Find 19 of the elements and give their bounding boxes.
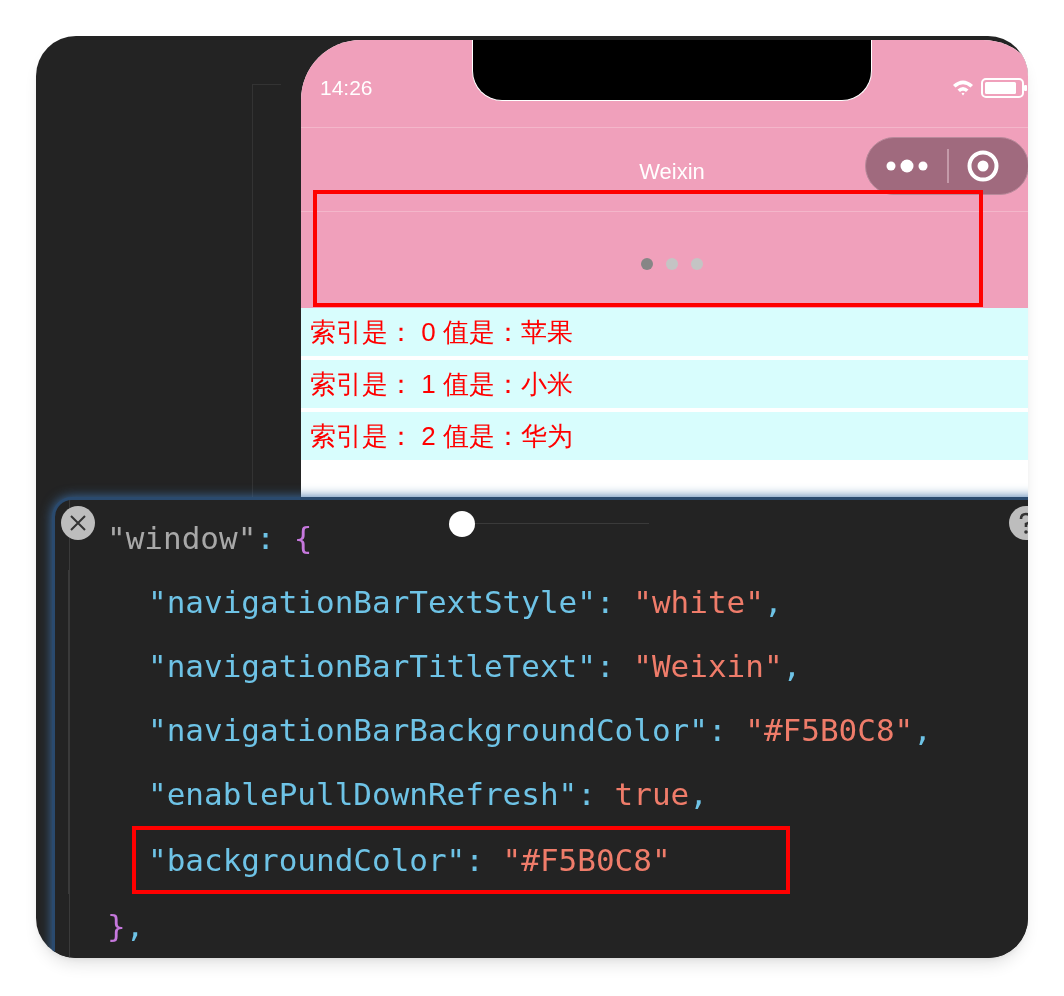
target-icon[interactable]	[967, 150, 999, 182]
close-icon[interactable]	[60, 505, 96, 541]
battery-icon	[981, 78, 1027, 98]
list-row: 索引是： 2 值是：华为	[301, 412, 1028, 460]
list-row: 索引是： 1 值是：小米	[301, 360, 1028, 408]
code-line: "navigationBarTitleText": "Weixin",	[148, 646, 802, 686]
list-row: 索引是： 0 值是：苹果	[301, 308, 1028, 356]
code-line: "window": {	[107, 518, 313, 558]
code-line: "enablePullDownRefresh": true,	[148, 774, 708, 814]
drag-handle[interactable]	[449, 511, 475, 537]
more-icon[interactable]	[885, 158, 929, 174]
code-line: "navigationBarTextStyle": "white",	[148, 582, 783, 622]
code-line: "backgroundColor": "#F5B0C8"	[148, 840, 671, 880]
code-line: "navigationBarBackgroundColor": "#F5B0C8",	[148, 710, 932, 750]
status-time: 14:26	[320, 75, 373, 101]
capsule-button[interactable]	[865, 137, 1028, 195]
wifi-icon	[952, 79, 974, 96]
code-line: },	[107, 906, 145, 946]
nav-title: Weixin	[639, 157, 705, 186]
